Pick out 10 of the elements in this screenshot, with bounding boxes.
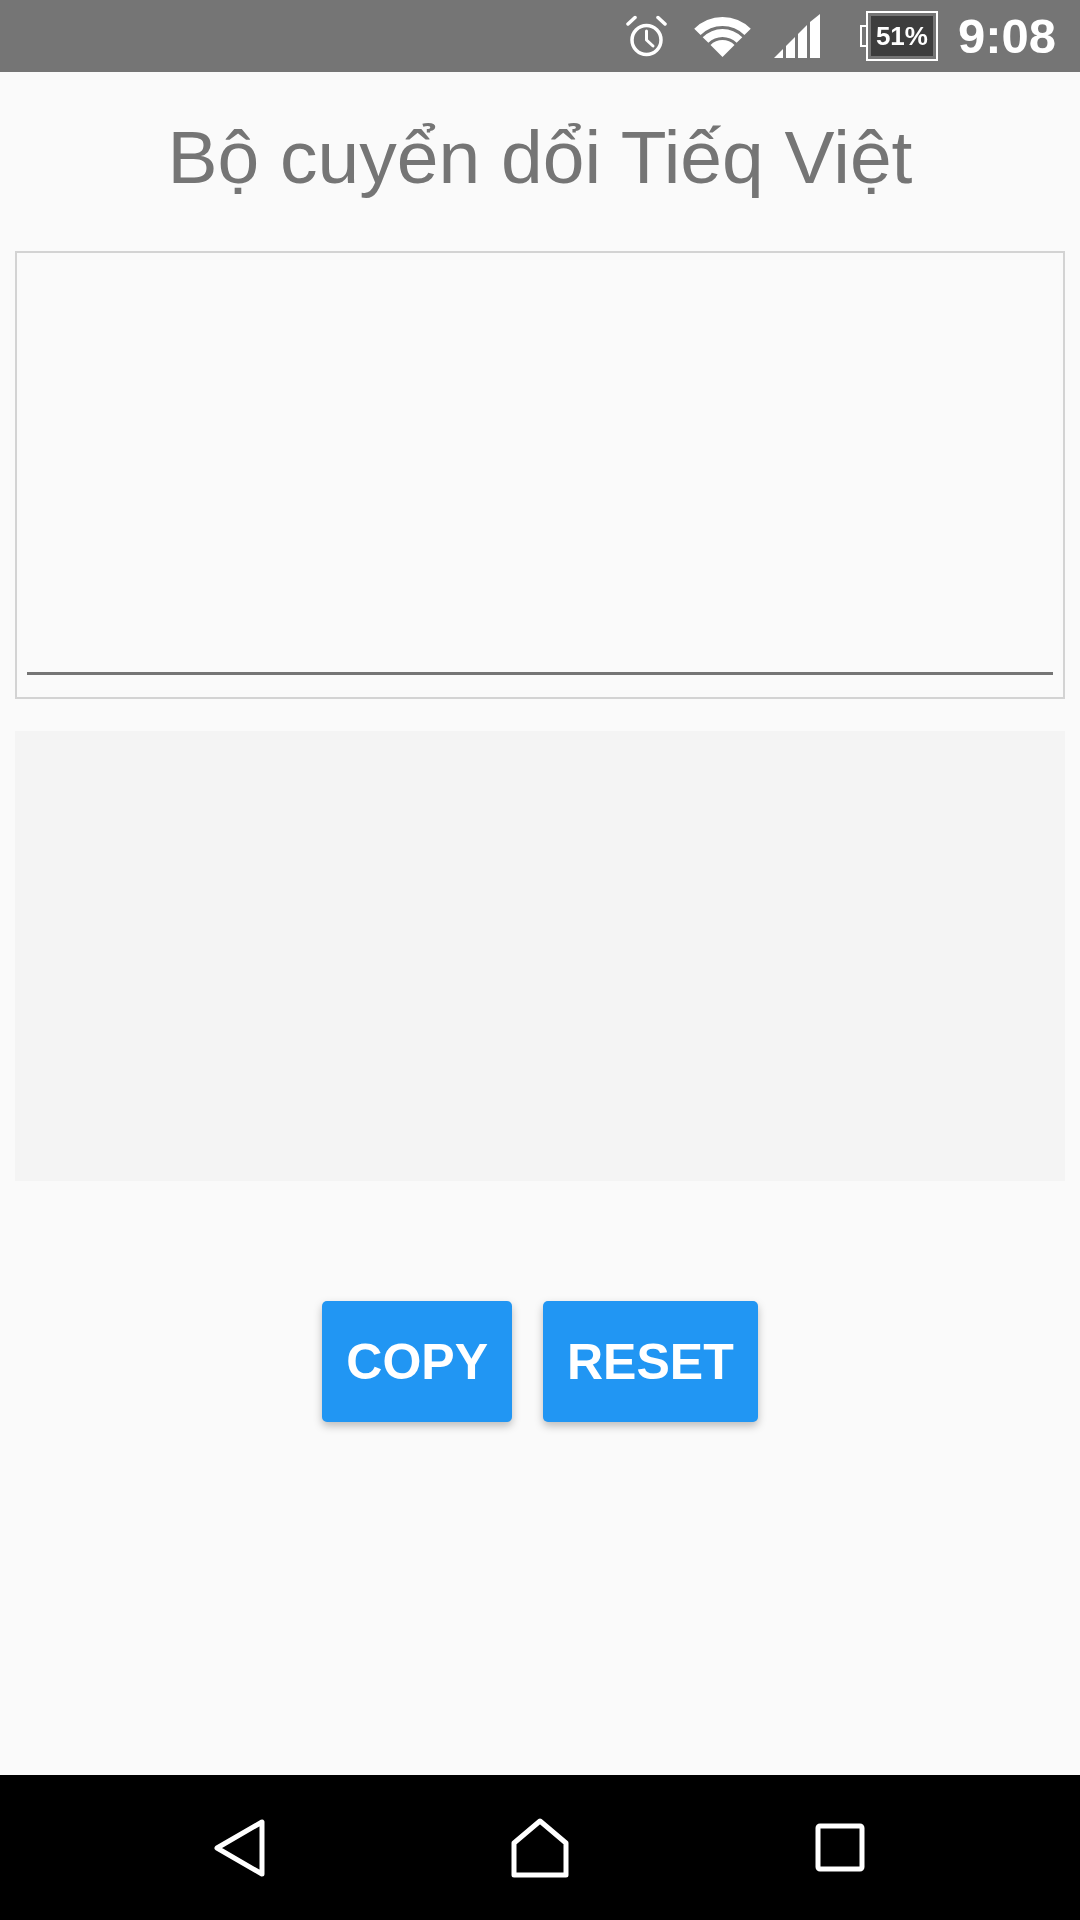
input-field[interactable]	[15, 251, 1065, 699]
recents-icon[interactable]	[815, 1823, 865, 1872]
action-button[interactable]: RESET	[543, 1301, 758, 1422]
alarm-clock-icon	[625, 15, 667, 57]
clock-time: 9:08	[957, 11, 1056, 61]
battery-indicator: 51%	[859, 11, 938, 61]
action-button[interactable]: COPY	[322, 1301, 512, 1422]
home-icon[interactable]	[510, 1817, 570, 1878]
back-icon[interactable]	[214, 1818, 266, 1877]
signal-icon	[773, 14, 820, 58]
